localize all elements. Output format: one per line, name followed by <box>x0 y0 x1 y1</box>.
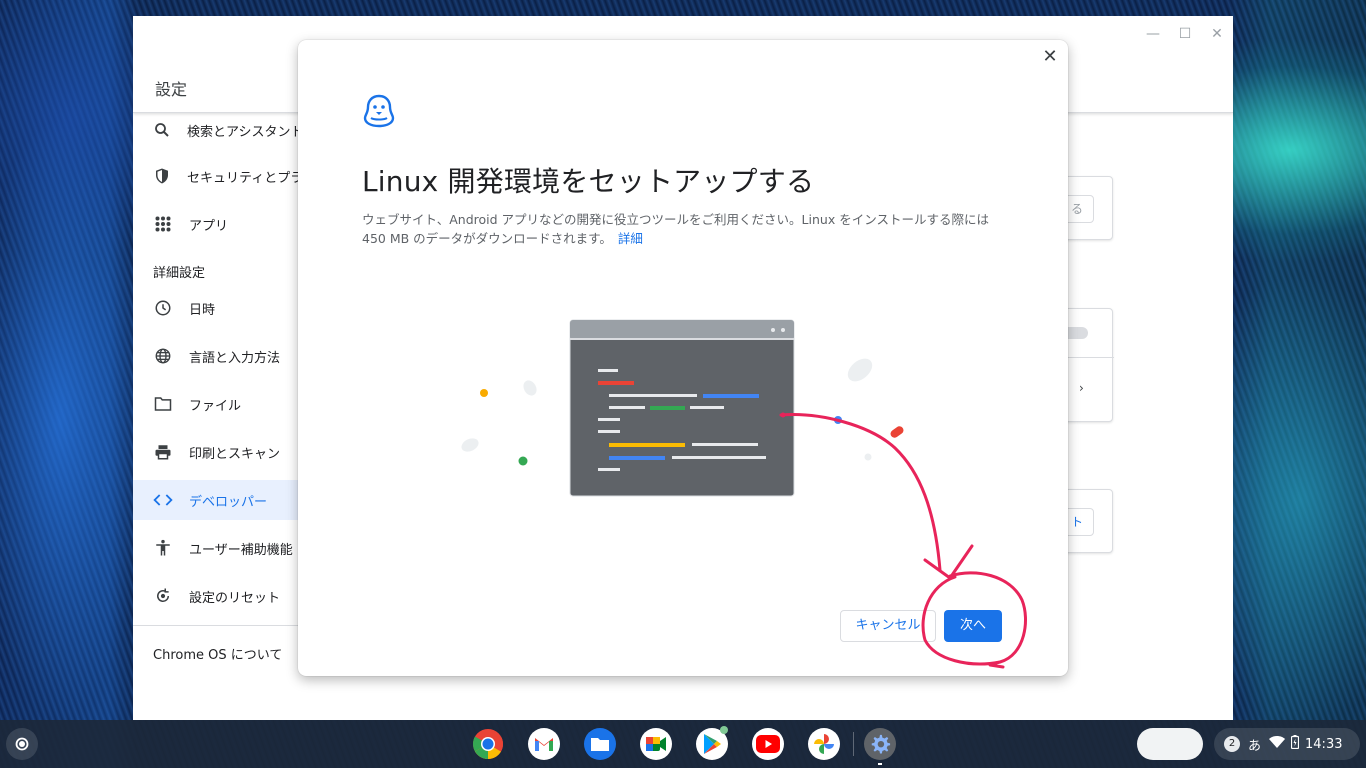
wifi-icon <box>1269 736 1286 752</box>
sidebar-item-developers[interactable]: デベロッパー <box>133 480 303 520</box>
sidebar-item-label: 言語と入力方法 <box>189 350 281 366</box>
sidebar-section-advanced: 詳細設定 <box>153 266 206 281</box>
active-app-indicator <box>878 763 882 765</box>
sidebar-item-label: ユーザー補助機能 <box>189 542 293 558</box>
terminal-illustration <box>448 308 918 508</box>
sidebar-item-label: デベロッパー <box>189 494 268 510</box>
background-card: ト <box>1060 489 1113 553</box>
linux-penguin-icon <box>362 94 396 128</box>
settings-sidebar: 検索とアシスタント セキュリティとプラ アプリ 詳細設定 日時 言語と入力方法 … <box>133 114 303 714</box>
sidebar-item-label: 検索とアシスタント <box>187 124 304 140</box>
sidebar-item-languages[interactable]: 言語と入力方法 <box>133 336 303 376</box>
sidebar-item-label: 設定のリセット <box>189 590 281 606</box>
background-card: › <box>1062 308 1114 422</box>
minimize-button[interactable]: — <box>1143 24 1163 44</box>
code-icon <box>153 490 173 510</box>
sidebar-divider <box>133 625 303 626</box>
sidebar-item-files[interactable]: ファイル <box>133 384 303 424</box>
status-area[interactable]: 2 あ 14:33 <box>1214 728 1360 760</box>
description-text: ウェブサイト、Android アプリなどの開発に役立つツールをご利用ください。L… <box>362 212 989 246</box>
window-close-button[interactable]: ✕ <box>1207 24 1227 44</box>
next-button[interactable]: 次へ <box>944 610 1002 642</box>
launcher-button[interactable] <box>6 728 38 760</box>
meet-icon[interactable] <box>640 728 672 760</box>
shield-icon <box>153 166 171 186</box>
maximize-button[interactable]: ☐ <box>1175 24 1195 44</box>
apps-grid-icon <box>153 214 173 234</box>
clock-icon <box>153 298 173 318</box>
settings-icon[interactable] <box>864 728 896 765</box>
sidebar-item-label: ファイル <box>189 398 242 414</box>
dialog-description: ウェブサイト、Android アプリなどの開発に役立つツールをご利用ください。L… <box>362 210 1012 248</box>
sidebar-item-label: セキュリティとプラ <box>187 170 304 186</box>
reset-icon <box>153 586 173 606</box>
sidebar-item-label: 印刷とスキャン <box>189 446 281 462</box>
holding-space-tray[interactable] <box>1137 728 1203 760</box>
play-store-icon[interactable] <box>696 726 728 760</box>
search-icon <box>153 120 171 140</box>
printer-icon <box>153 442 173 462</box>
files-icon[interactable] <box>584 728 616 760</box>
photos-icon[interactable] <box>808 728 840 760</box>
chrome-icon[interactable] <box>472 728 504 760</box>
ime-indicator: あ <box>1248 738 1262 754</box>
sidebar-item-date-time[interactable]: 日時 <box>133 288 303 328</box>
gmail-icon[interactable] <box>528 728 560 760</box>
sidebar-item-apps[interactable]: アプリ <box>133 204 303 244</box>
sidebar-item-accessibility[interactable]: ユーザー補助機能 <box>133 528 303 568</box>
battery-icon <box>1290 735 1300 753</box>
sidebar-item-reset[interactable]: 設定のリセット <box>133 576 303 616</box>
sidebar-item-security-privacy[interactable]: セキュリティとプラ <box>133 156 303 196</box>
close-icon[interactable]: ✕ <box>1040 47 1060 67</box>
folder-icon <box>153 394 173 414</box>
notification-counter: 2 <box>1224 736 1240 752</box>
sidebar-item-search-assistant[interactable]: 検索とアシスタント <box>133 110 303 150</box>
background-card: る <box>1060 176 1113 240</box>
details-link[interactable]: 詳細 <box>618 231 643 246</box>
launcher-icon <box>15 737 29 751</box>
background-divider <box>1062 357 1114 358</box>
notification-dot <box>720 726 728 734</box>
shelf: 2 あ 14:33 <box>0 720 1366 768</box>
sidebar-item-label: 日時 <box>189 302 216 318</box>
youtube-icon[interactable] <box>752 728 784 760</box>
sidebar-item-about-chromeos[interactable]: Chrome OS について <box>153 644 282 663</box>
sidebar-item-print-scan[interactable]: 印刷とスキャン <box>133 432 303 472</box>
sidebar-item-label: アプリ <box>189 218 229 234</box>
dialog-title: Linux 開発環境をセットアップする <box>362 165 815 198</box>
linux-setup-dialog: ✕ Linux 開発環境をセットアップする ウェブサイト、Android アプリ… <box>298 40 1068 676</box>
cancel-button[interactable]: キャンセル <box>840 610 936 642</box>
accessibility-icon <box>153 538 173 558</box>
clock-time: 14:33 <box>1305 736 1343 752</box>
globe-icon <box>153 346 173 366</box>
chevron-right-icon[interactable]: › <box>1079 381 1084 395</box>
shelf-separator <box>853 732 854 756</box>
settings-title: 設定 <box>155 80 188 99</box>
